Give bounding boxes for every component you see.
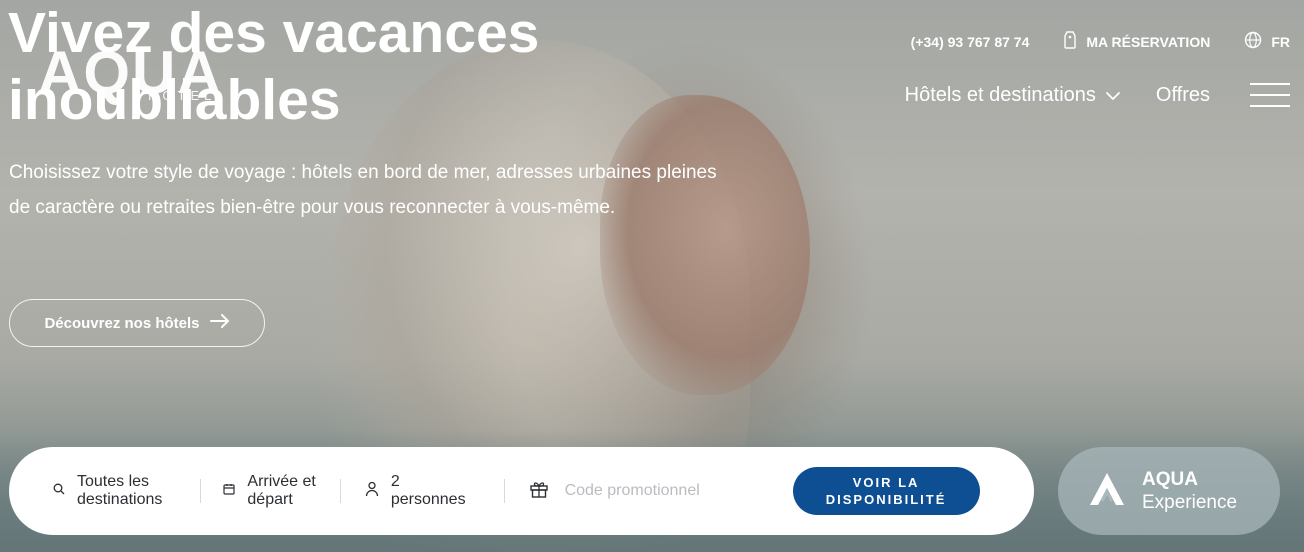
promo-code-input[interactable] bbox=[562, 481, 757, 501]
guests-selector[interactable]: 2 personnes bbox=[365, 473, 466, 509]
aqua-experience-button[interactable]: AQUA Experience bbox=[1058, 447, 1280, 535]
arrow-right-icon bbox=[209, 314, 230, 332]
hero-subtitle: Choisissez votre style de voyage : hôtel… bbox=[9, 162, 717, 218]
hero-title: Vivez des vacances inoubliables bbox=[8, 1, 540, 132]
aqua-logo-icon bbox=[1088, 471, 1126, 512]
calendar-icon bbox=[223, 482, 235, 500]
hero-photo-face bbox=[600, 95, 810, 395]
my-reservation-label: MA RÉSERVATION bbox=[1086, 33, 1211, 50]
divider bbox=[200, 479, 202, 503]
aqua-experience-label: AQUA Experience bbox=[1142, 468, 1237, 515]
destination-selector[interactable]: Toutes les destinations bbox=[53, 473, 162, 509]
phone-link[interactable]: (+34) 93 767 87 74 bbox=[911, 34, 1030, 50]
language-label: FR bbox=[1271, 33, 1290, 50]
check-availability-button[interactable]: VOIR LA DISPONIBILITÉ bbox=[792, 467, 980, 515]
main-nav: Hôtels et destinations Offres bbox=[905, 83, 1290, 107]
discover-hotels-button[interactable]: Découvrez nos hôtels bbox=[9, 299, 265, 347]
divider bbox=[339, 479, 341, 503]
top-utility-bar: (+34) 93 767 87 74 MA RÉSERVATION FR bbox=[877, 31, 1290, 52]
dates-label: Arrivée et départ bbox=[247, 473, 316, 508]
gift-icon bbox=[529, 479, 549, 504]
nav-offers-label: Offres bbox=[1155, 83, 1210, 106]
search-icon bbox=[53, 482, 65, 500]
nav-hotels-label: Hôtels et destinations bbox=[904, 83, 1096, 106]
my-reservation-link[interactable]: MA RÉSERVATION bbox=[1063, 31, 1210, 52]
language-selector[interactable]: FR bbox=[1244, 31, 1290, 52]
nav-hotels-destinations[interactable]: Hôtels et destinations bbox=[905, 84, 1120, 107]
hero-section: AQUA HOTEL Vivez des vacances inoubliabl… bbox=[0, 0, 1304, 552]
destination-label: Toutes les destinations bbox=[77, 473, 163, 508]
tag-icon bbox=[1063, 31, 1077, 52]
hamburger-menu-icon[interactable] bbox=[1250, 83, 1290, 107]
promo-code-group bbox=[529, 479, 757, 504]
divider bbox=[503, 479, 505, 503]
nav-offers[interactable]: Offres bbox=[1156, 84, 1210, 107]
aqua-experience-title: AQUA bbox=[1142, 468, 1198, 490]
booking-search-bar: Toutes les destinations Arrivée et dépar… bbox=[9, 447, 1034, 535]
globe-icon bbox=[1244, 31, 1262, 52]
aqua-experience-subtitle: Experience bbox=[1142, 491, 1238, 513]
dates-selector[interactable]: Arrivée et départ bbox=[223, 473, 316, 509]
person-icon bbox=[365, 481, 379, 502]
chevron-down-icon bbox=[1106, 84, 1120, 107]
guests-label: 2 personnes bbox=[390, 473, 466, 508]
phone-number: (+34) 93 767 87 74 bbox=[910, 33, 1030, 50]
discover-hotels-label: Découvrez nos hôtels bbox=[44, 314, 200, 332]
